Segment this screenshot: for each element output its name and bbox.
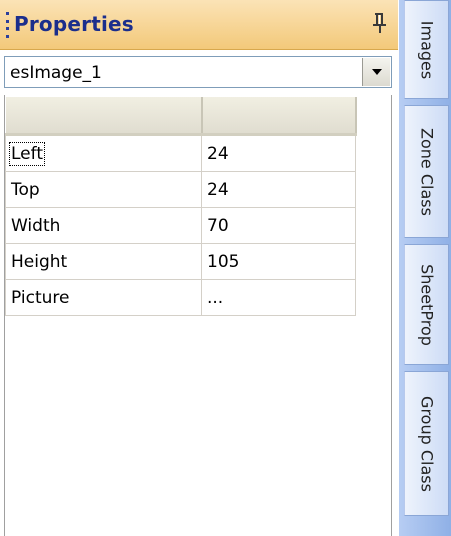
panel-titlebar: Properties bbox=[0, 0, 398, 50]
tab-label: SheetProp bbox=[417, 263, 436, 346]
table-row[interactable]: Top 24 bbox=[5, 171, 356, 208]
window: Properties esImage_1 Left 24 Top 24 Widt… bbox=[0, 0, 451, 536]
property-value-cell[interactable]: 24 bbox=[201, 171, 356, 208]
property-name-cell[interactable]: Width bbox=[5, 207, 202, 244]
tab-group-class[interactable]: Group Class bbox=[404, 371, 449, 516]
property-value-cell[interactable]: 70 bbox=[201, 207, 356, 244]
tab-label: Images bbox=[417, 20, 436, 79]
tab-zone-class[interactable]: Zone Class bbox=[404, 105, 449, 238]
property-value-cell[interactable]: 24 bbox=[201, 134, 356, 172]
tab-label: Zone Class bbox=[417, 127, 436, 216]
property-name: Left bbox=[9, 141, 45, 166]
grid-header-row bbox=[5, 97, 357, 136]
table-row[interactable]: Left 24 bbox=[5, 134, 356, 172]
property-name-cell[interactable]: Left bbox=[5, 134, 202, 172]
tab-images[interactable]: Images bbox=[404, 0, 449, 99]
selected-object-value: esImage_1 bbox=[10, 63, 102, 83]
object-selector-dropdown[interactable]: esImage_1 bbox=[4, 56, 392, 88]
side-tab-strip: Images Zone Class SheetProp Group Class bbox=[399, 0, 451, 536]
properties-panel: Properties esImage_1 Left 24 Top 24 Widt… bbox=[0, 0, 398, 536]
table-row[interactable]: Height 105 bbox=[5, 243, 356, 280]
property-value-cell[interactable]: 105 bbox=[201, 243, 356, 280]
grid-header-name[interactable] bbox=[5, 97, 203, 136]
pushpin-icon[interactable] bbox=[370, 10, 390, 36]
property-name-cell[interactable]: Top bbox=[5, 171, 202, 208]
tab-label: Group Class bbox=[417, 395, 436, 492]
grip-icon[interactable] bbox=[6, 12, 9, 38]
property-name-cell[interactable]: Picture bbox=[5, 279, 202, 316]
property-grid: Left 24 Top 24 Width 70 Height 105 Pictu… bbox=[5, 97, 357, 316]
tab-sheetprop[interactable]: SheetProp bbox=[404, 244, 449, 365]
grid-header-value[interactable] bbox=[201, 97, 357, 136]
table-row[interactable]: Width 70 bbox=[5, 207, 356, 244]
property-value-cell[interactable]: ... bbox=[201, 279, 356, 316]
table-row[interactable]: Picture ... bbox=[5, 279, 356, 316]
panel-title: Properties bbox=[14, 12, 134, 36]
dropdown-arrow-icon[interactable] bbox=[362, 58, 390, 86]
property-name-cell[interactable]: Height bbox=[5, 243, 202, 280]
